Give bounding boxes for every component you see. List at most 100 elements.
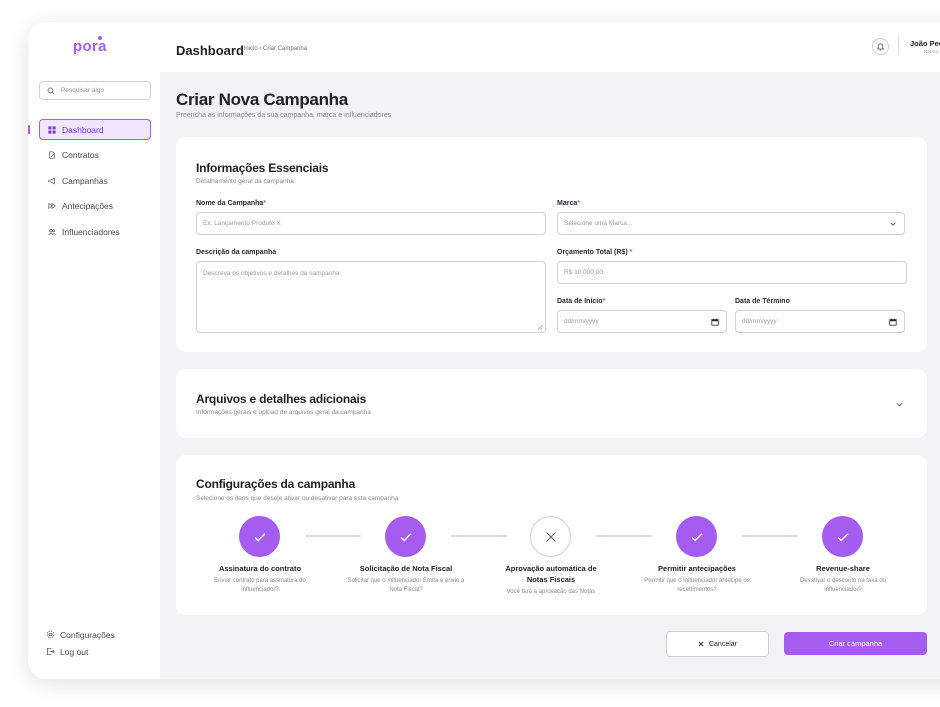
sidebar-item-influenciadores[interactable]: Influenciadores [39,221,151,242]
sidebar-item-antecipacoes[interactable]: Antecipações [39,196,151,217]
fast-forward-icon [48,202,56,210]
step-toggle-contract[interactable] [239,516,280,557]
step-toggle-auto-approval[interactable] [530,516,571,557]
chevron-down-icon[interactable] [895,400,904,409]
files-title: Arquivos e detalhes adicionais [196,392,367,406]
essentials-card: Informações Essenciais Detalhamento gera… [176,137,927,352]
close-icon [698,641,704,647]
document-edit-icon [49,151,55,159]
sidebar-item-label: Campanhas [62,175,108,186]
campaign-name-input[interactable]: Ex: Lançamento Produto X [196,212,546,235]
logout-icon [46,647,55,656]
sidebar: pora Pesquisar algo Dashboard Contratos … [28,22,160,679]
header-title: Dashboard [176,43,244,58]
settings-label: Configurações [60,629,115,640]
step-connector [596,535,652,537]
campaign-name-label-text: Nome da Campanha [196,200,264,207]
check-icon [400,532,411,541]
sidebar-item-label: Antecipações [62,201,114,211]
brand-label-text: Marca [557,200,578,207]
bell-icon [876,43,885,51]
check-icon [254,532,265,541]
step-desc: Solicitar que o influenciador Emita e en… [347,578,465,593]
active-indicator [28,125,30,134]
step-toggle-advances[interactable] [676,516,717,557]
top-header: Dashboard › Inicio › Criar Campanha João… [160,22,940,72]
sidebar-item-campanhas[interactable]: Campanhas [39,170,151,191]
end-date-input[interactable]: dd/mm/yyyy [735,310,905,333]
close-icon [545,531,556,542]
step-title: Revenue-share [816,564,870,573]
step-connector [305,535,361,537]
search-placeholder: Pesquisar algo [61,87,104,94]
app-window: pora Pesquisar algo Dashboard Contratos … [28,22,940,679]
essentials-title: Informações Essenciais [196,161,329,175]
start-date-placeholder: dd/mm/yyyy [564,318,599,325]
budget-label: Orçamento Total (R$) * [557,249,632,256]
step-title: Assinatura do contrato [218,564,302,573]
brand-label: Marca* [557,200,580,207]
user-role: Nat Co [924,49,939,54]
cancel-label: Cancelar [708,640,737,648]
end-date-label: Data de Término [735,298,790,305]
calendar-icon[interactable] [711,318,719,326]
settings-subtitle: Selecione os itens que deseje ativar ou … [196,495,399,502]
campaign-name-label: Nome da Campanha* [196,200,266,207]
step-connector [742,535,798,537]
required-mark: * [263,200,267,207]
required-mark: * [602,298,606,305]
gear-icon [46,630,55,639]
settings-link[interactable]: Configurações [46,626,115,643]
step-toggle-invoice-request[interactable] [385,516,426,557]
budget-input[interactable]: R$ 10.000,00 [557,261,907,284]
sidebar-item-contratos[interactable]: Contratos [39,145,151,166]
search-icon [47,87,55,94]
essentials-subtitle: Detalhamento geral da campanha [196,178,294,185]
description-label: Descrição da campanha [196,249,277,256]
breadcrumb[interactable]: › Inicio › Criar Campanha [240,46,307,52]
settings-card: Configurações da campanha Selecione os i… [176,455,927,615]
step-desc: Permitir que o influenciador antecipe os… [644,578,750,593]
budget-placeholder: R$ 10.000,00 [564,269,604,276]
step-title: Permitir antecipações [658,564,736,573]
step-title: Aprovação automática de Notas Fiscais [505,564,597,584]
users-icon [48,228,56,235]
sidebar-item-dashboard[interactable]: Dashboard [39,119,151,140]
header-divider [898,37,899,55]
page-subtitle: Preencha as informações da sua campanha,… [176,112,392,119]
megaphone-icon [48,177,55,184]
resize-handle-icon[interactable] [537,324,543,330]
sidebar-bottom: Configurações Log out [46,626,115,660]
check-icon [837,532,848,541]
create-label: Criar campanha [828,639,883,648]
budget-label-text: Orçamento Total (R$) [557,249,628,256]
cancel-button[interactable]: Cancelar [666,631,769,657]
required-mark: * [577,200,580,207]
logout-link[interactable]: Log out [46,643,115,660]
sidebar-item-label: Contratos [62,150,99,160]
sidebar-nav: Dashboard Contratos Campanhas Antecipaçõ… [39,119,151,247]
check-icon [691,532,702,541]
start-date-label-text: Data de Início [557,298,603,305]
end-date-placeholder: dd/mm/yyyy [742,318,777,325]
calendar-icon[interactable] [889,318,897,326]
settings-title: Configurações da campanha [196,477,356,491]
step-title: Solicitação de Nota Fiscal [359,564,453,573]
step-desc: Desativar o desconto na taxa do influenc… [799,578,887,593]
required-mark: * [629,249,633,256]
search-input[interactable]: Pesquisar algo [39,81,151,100]
step-toggle-revenue-share[interactable] [822,516,863,557]
step-desc: Você fará a aprovação das Notas [506,589,596,595]
description-textarea[interactable]: Descreva os objetivos e detalhes da camp… [196,261,546,333]
page-title: Criar Nova Campanha [176,90,348,109]
user-name[interactable]: João Pedro [910,39,940,48]
files-card[interactable]: Arquivos e detalhes adicionais Informaçõ… [176,369,927,438]
create-campaign-button[interactable]: Criar campanha [784,632,927,655]
brand-logo: pora [73,38,107,55]
notifications-button[interactable] [872,38,889,55]
logo-dot [98,36,102,40]
start-date-input[interactable]: dd/mm/yyyy [557,310,727,333]
sidebar-item-label: Dashboard [62,124,104,135]
brand-select[interactable]: Selecione uma Marca... [557,212,905,235]
description-placeholder: Descreva os objetivos e detalhes da camp… [203,270,340,277]
